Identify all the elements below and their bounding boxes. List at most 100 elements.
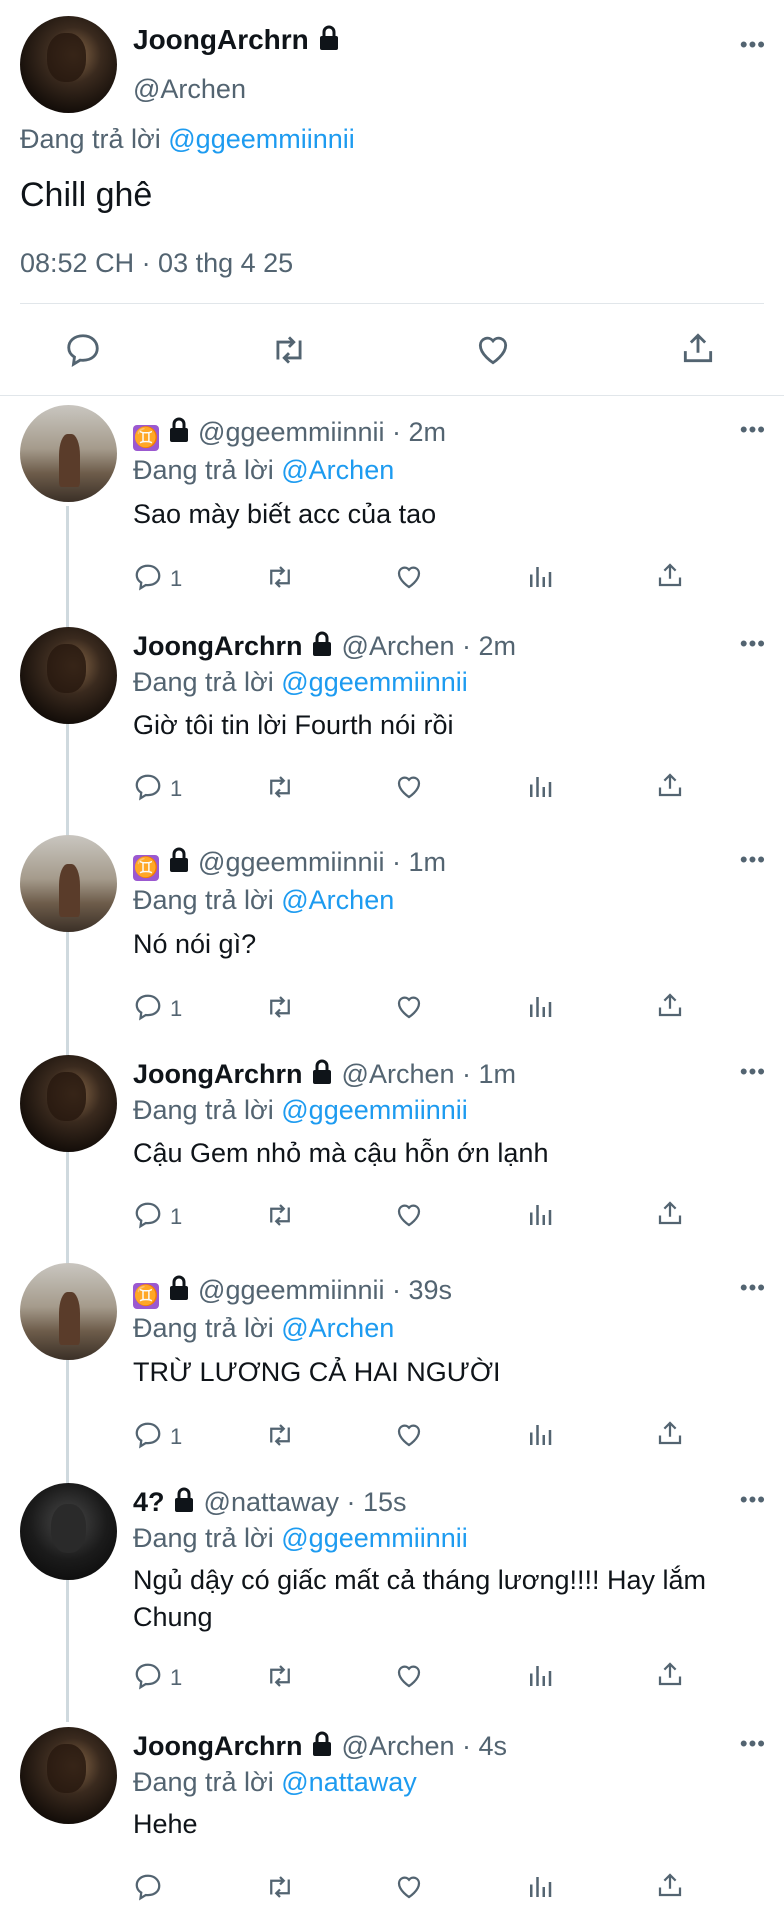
retweet-icon[interactable] [263, 1420, 297, 1450]
lock-icon [169, 847, 188, 872]
views-icon[interactable] [525, 562, 555, 592]
share-icon[interactable] [655, 1870, 685, 1900]
like-icon[interactable] [394, 772, 424, 802]
share-icon[interactable] [655, 560, 685, 590]
reply-count: 1 [170, 776, 183, 801]
replying-to: Đang trả lời @ggeemmiinnii [20, 124, 355, 154]
avatar[interactable] [20, 16, 117, 113]
reply-tweet[interactable]: ♊ @ggeemmiinnii · 39s ••• Đang trả lời @… [0, 1263, 784, 1473]
like-icon[interactable] [394, 1872, 424, 1902]
replying-to: Đang trả lời @ggeemmiinnii [133, 667, 468, 697]
avatar[interactable] [20, 1727, 117, 1824]
more-icon[interactable]: ••• [740, 417, 766, 443]
lock-icon [313, 1731, 332, 1756]
reply-icon[interactable] [133, 1420, 163, 1450]
views-icon[interactable] [525, 1872, 555, 1902]
avatar[interactable] [20, 627, 117, 724]
avatar[interactable] [20, 405, 117, 502]
share-icon[interactable] [655, 990, 685, 1020]
author-name[interactable]: JoongArchrn [133, 24, 341, 56]
reply-icon[interactable] [133, 772, 163, 802]
reply-tweet[interactable]: 4? @nattaway · 15s ••• Đang trả lời @gge… [0, 1483, 784, 1723]
views-icon[interactable] [525, 1420, 555, 1450]
more-icon[interactable]: ••• [740, 847, 766, 873]
reply-text: TRỪ LƯƠNG CẢ HAI NGƯỜI [133, 1357, 501, 1387]
reply-text: Giờ tôi tin lời Fourth nói rồi [133, 710, 454, 740]
lock-icon [313, 1059, 332, 1084]
reply-header[interactable]: JoongArchrn @Archen · 1m [133, 1059, 516, 1090]
like-icon[interactable] [394, 1661, 424, 1691]
reply-header[interactable]: JoongArchrn @Archen · 2m [133, 631, 516, 662]
reply-tweet[interactable]: ♊ @ggeemmiinnii · 1m ••• Đang trả lời @A… [0, 835, 784, 1045]
like-icon[interactable] [474, 331, 512, 369]
retweet-icon[interactable] [263, 1872, 297, 1902]
gemini-emoji: ♊ [133, 1283, 159, 1309]
like-icon[interactable] [394, 562, 424, 592]
avatar[interactable] [20, 1483, 117, 1580]
reply-to-link[interactable]: @ggeemmiinnii [168, 124, 354, 154]
views-icon[interactable] [525, 772, 555, 802]
retweet-icon[interactable] [263, 992, 297, 1022]
retweet-icon[interactable] [263, 1661, 297, 1691]
more-icon[interactable]: ••• [740, 1731, 766, 1757]
reply-header[interactable]: ♊ @ggeemmiinnii · 39s [133, 1275, 452, 1309]
more-icon[interactable]: ••• [740, 631, 766, 657]
divider [0, 395, 784, 396]
retweet-icon[interactable] [263, 562, 297, 592]
divider [20, 303, 764, 304]
reply-count: 1 [170, 1424, 183, 1449]
avatar[interactable] [20, 835, 117, 932]
reply-text: Sao mày biết acc của tao [133, 499, 437, 529]
gemini-emoji: ♊ [133, 855, 159, 881]
reply-tweet[interactable]: JoongArchrn @Archen · 1m ••• Đang trả lờ… [0, 1055, 784, 1255]
lock-icon [175, 1487, 194, 1512]
reply-header[interactable]: ♊ @ggeemmiinnii · 1m [133, 847, 446, 881]
reply-icon[interactable] [133, 1661, 163, 1691]
like-icon[interactable] [394, 1420, 424, 1450]
reply-header[interactable]: ♊ @ggeemmiinnii · 2m [133, 417, 446, 451]
replying-to: Đang trả lời @Archen [133, 455, 395, 485]
views-icon[interactable] [525, 992, 555, 1022]
more-icon[interactable]: ••• [740, 1275, 766, 1301]
share-icon[interactable] [655, 770, 685, 800]
reply-count: 1 [170, 1204, 183, 1229]
replying-to: Đang trả lời @ggeemmiinnii [133, 1095, 468, 1125]
reply-tweet[interactable]: JoongArchrn @Archen · 4s ••• Đang trả lờ… [0, 1727, 784, 1920]
replying-to: Đang trả lời @ggeemmiinnii [133, 1523, 468, 1553]
reply-icon[interactable] [133, 1872, 163, 1902]
reply-tweet[interactable]: ♊ @ggeemmiinnii · 2m ••• Đang trả lời @A… [0, 405, 784, 615]
tweet-timestamp[interactable]: 08:52 CH · 03 thg 4 25 [20, 248, 293, 279]
reply-text: Hehe [133, 1809, 198, 1839]
reply-header[interactable]: JoongArchrn @Archen · 4s [133, 1731, 507, 1762]
retweet-icon[interactable] [268, 331, 310, 369]
reply-count: 1 [170, 996, 183, 1021]
replying-to: Đang trả lời @Archen [133, 1313, 395, 1343]
views-icon[interactable] [525, 1661, 555, 1691]
share-icon[interactable] [655, 1198, 685, 1228]
reply-tweet[interactable]: JoongArchrn @Archen · 2m ••• Đang trả lờ… [0, 627, 784, 827]
reply-header[interactable]: 4? @nattaway · 15s [133, 1487, 407, 1518]
retweet-icon[interactable] [263, 1200, 297, 1230]
more-icon[interactable]: ••• [740, 1487, 766, 1513]
reply-icon[interactable] [133, 1200, 163, 1230]
reply-icon[interactable] [133, 562, 163, 592]
avatar[interactable] [20, 1263, 117, 1360]
like-icon[interactable] [394, 1200, 424, 1230]
reply-icon[interactable] [64, 331, 102, 369]
share-icon[interactable] [655, 1659, 685, 1689]
reply-text: Nó nói gì? [133, 929, 257, 959]
lock-icon [169, 1275, 188, 1300]
reply-text: Ngủ dậy có giấc mất cả tháng lương!!!! H… [133, 1565, 707, 1632]
lock-icon [319, 25, 338, 50]
more-icon[interactable]: ••• [740, 32, 766, 58]
reply-text: Cậu Gem nhỏ mà cậu hỗn ớn lạnh [133, 1138, 549, 1168]
share-icon[interactable] [679, 329, 717, 367]
like-icon[interactable] [394, 992, 424, 1022]
views-icon[interactable] [525, 1200, 555, 1230]
avatar[interactable] [20, 1055, 117, 1152]
share-icon[interactable] [655, 1418, 685, 1448]
reply-icon[interactable] [133, 992, 163, 1022]
retweet-icon[interactable] [263, 772, 297, 802]
author-handle[interactable]: @Archen [133, 74, 246, 105]
more-icon[interactable]: ••• [740, 1059, 766, 1085]
